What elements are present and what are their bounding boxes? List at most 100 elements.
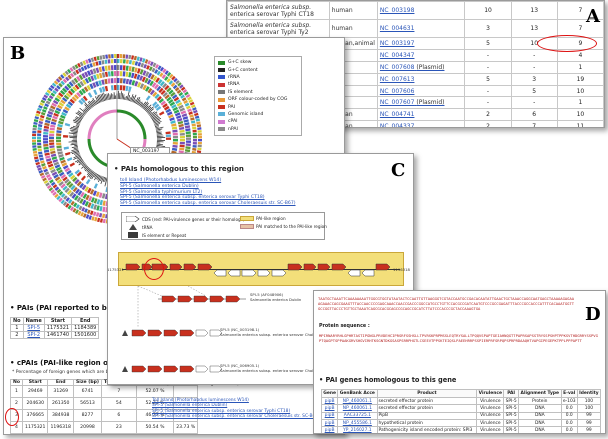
homolog-acc-cell[interactable]: NP_460061.1 — [337, 404, 378, 413]
cpai-size-cell: 6741 — [72, 385, 103, 398]
accession-link[interactable]: NC_004347 — [380, 52, 415, 59]
orf-segment — [33, 156, 39, 160]
orf-segment — [93, 56, 97, 62]
orf-segment — [128, 86, 132, 92]
gc-content-bar — [121, 93, 124, 100]
homolog-gene-arrow[interactable] — [193, 295, 209, 303]
accession-link[interactable]: NC_003197 — [380, 40, 415, 47]
homolog-gene-cell[interactable]: pipB — [320, 411, 339, 420]
orf-segment — [43, 134, 49, 138]
homolog-gene-arrow[interactable] — [163, 329, 179, 337]
homolog-gene-arrow[interactable] — [195, 329, 209, 337]
orf-segment — [66, 157, 73, 162]
pai-no-cell: 1 — [10, 324, 24, 332]
homolog-gene-arrow[interactable] — [163, 365, 179, 373]
homolog-acc-cell[interactable]: NP_460061.1 — [337, 396, 378, 406]
orf-segment — [49, 142, 55, 146]
count-cell-1: 10 — [464, 1, 512, 20]
legend-swatch — [218, 68, 225, 73]
d-section-title: • PAI genes homologous to this gene — [319, 376, 457, 384]
orf-segment — [107, 71, 111, 77]
homolog-gene-arrow[interactable] — [161, 295, 177, 303]
organism-name: Salmonella enterica subsp. — [230, 3, 312, 11]
orf-segment — [43, 143, 49, 147]
homolog-gene-arrow[interactable] — [225, 295, 241, 303]
orf-segment — [122, 78, 126, 84]
orf-segment — [189, 114, 194, 118]
homolog-type-cell: DNA — [517, 411, 562, 420]
homolog-line[interactable]: SPI-5 (Salmonella enterica subsp. enteri… — [152, 414, 320, 419]
gene-arrow[interactable] — [331, 263, 347, 271]
homolog-acc-cell[interactable]: NP_455586.1 — [337, 418, 378, 428]
homolog-pai-cell: SPI-5 — [503, 418, 519, 428]
gene-arrow[interactable] — [271, 269, 287, 277]
orf-segment — [98, 60, 102, 66]
gene-arrow[interactable] — [303, 263, 317, 271]
legend-label: Genomic island — [228, 111, 264, 117]
accession-link[interactable]: NC_004631 — [380, 25, 415, 32]
orf-segment — [50, 150, 56, 155]
homolog-gene-cell[interactable]: pipB — [320, 396, 339, 406]
orf-segment — [57, 151, 63, 155]
count-cell-2: 7 — [510, 120, 558, 127]
gene-arrow[interactable] — [213, 269, 227, 277]
gene-arrow[interactable] — [375, 263, 391, 271]
homolog-gene-cell[interactable]: pipB — [320, 418, 339, 428]
gene-arrow[interactable] — [287, 263, 303, 271]
orf-segment — [38, 120, 43, 125]
orf-segment — [56, 130, 62, 134]
homolog-gene-arrow[interactable] — [131, 329, 147, 337]
orf-segment — [64, 122, 71, 127]
orf-segment — [43, 128, 49, 132]
homolog-acc-cell[interactable]: AAC33725.1 — [337, 411, 378, 420]
homolog-gene-cell[interactable]: pipB — [320, 426, 339, 433]
homolog-gene-cell[interactable]: pipB — [320, 404, 339, 413]
count-cell-1: - — [464, 48, 512, 62]
legend-cds: CDS (red: PAI-virulence genes or their h… — [142, 216, 245, 222]
accession-link[interactable]: NC_007606 — [380, 88, 415, 95]
gene-arrow[interactable] — [227, 269, 241, 277]
gene-arrow[interactable] — [197, 263, 213, 271]
legend-item: cPAI — [218, 118, 298, 125]
homolog-gene-arrow[interactable] — [179, 329, 195, 337]
accession-link[interactable]: NC_004337 — [380, 123, 415, 127]
gene-arrow[interactable] — [257, 269, 271, 277]
homolog-vir-cell: Virulence — [476, 426, 505, 433]
accession-link[interactable]: NC_007613 — [380, 76, 415, 83]
homolog-gene-arrow[interactable] — [179, 365, 195, 373]
gene-arrow[interactable] — [241, 269, 257, 277]
orf-segment — [45, 155, 51, 159]
orf-segment — [131, 72, 135, 79]
accession-link[interactable]: NC_007608 — [380, 64, 415, 71]
homolog-pai-link[interactable]: SPI-5 (Salmonella enterica subsp. enteri… — [120, 201, 296, 207]
orf-segment — [49, 130, 55, 134]
accession-link[interactable]: NC_007607 — [380, 99, 415, 106]
orf-segment — [197, 147, 202, 151]
cpai-size-cell: 56513 — [72, 397, 103, 410]
accession-link[interactable]: NC_003198 — [380, 7, 415, 14]
gene-arrow[interactable] — [169, 263, 183, 271]
homolog-gene-arrow[interactable] — [209, 295, 225, 303]
homolog-gene-arrow[interactable] — [177, 295, 193, 303]
gene-arrow[interactable] — [125, 263, 141, 271]
homolog-gene-arrow[interactable] — [131, 365, 147, 373]
accession-link[interactable]: NC_004741 — [380, 111, 415, 118]
gene-arrow[interactable] — [317, 263, 331, 271]
pai-name-cell[interactable]: SPI-5 — [22, 324, 45, 332]
gene-arrow[interactable] — [183, 263, 197, 271]
gene-arrow[interactable] — [347, 269, 361, 277]
accession-cell: NC_004631 — [376, 19, 466, 38]
orf-segment — [194, 112, 199, 117]
orf-segment — [104, 71, 108, 78]
orf-segment — [50, 121, 57, 125]
cpai-header-cell: Size (bp) — [72, 379, 103, 386]
gene-arrow[interactable] — [361, 269, 375, 277]
homolog-gene-arrow[interactable] — [147, 365, 163, 373]
homolog-gene-arrow[interactable] — [147, 329, 163, 337]
homolog-acc-cell[interactable]: YP_216027.1 — [337, 426, 378, 433]
pai-name-cell[interactable]: SPI-2 — [22, 331, 45, 339]
accession-cell: NC_004741 — [376, 108, 466, 122]
orf-segment — [192, 129, 197, 133]
homolog-gene-arrow[interactable] — [195, 365, 209, 373]
orf-segment — [56, 139, 62, 143]
